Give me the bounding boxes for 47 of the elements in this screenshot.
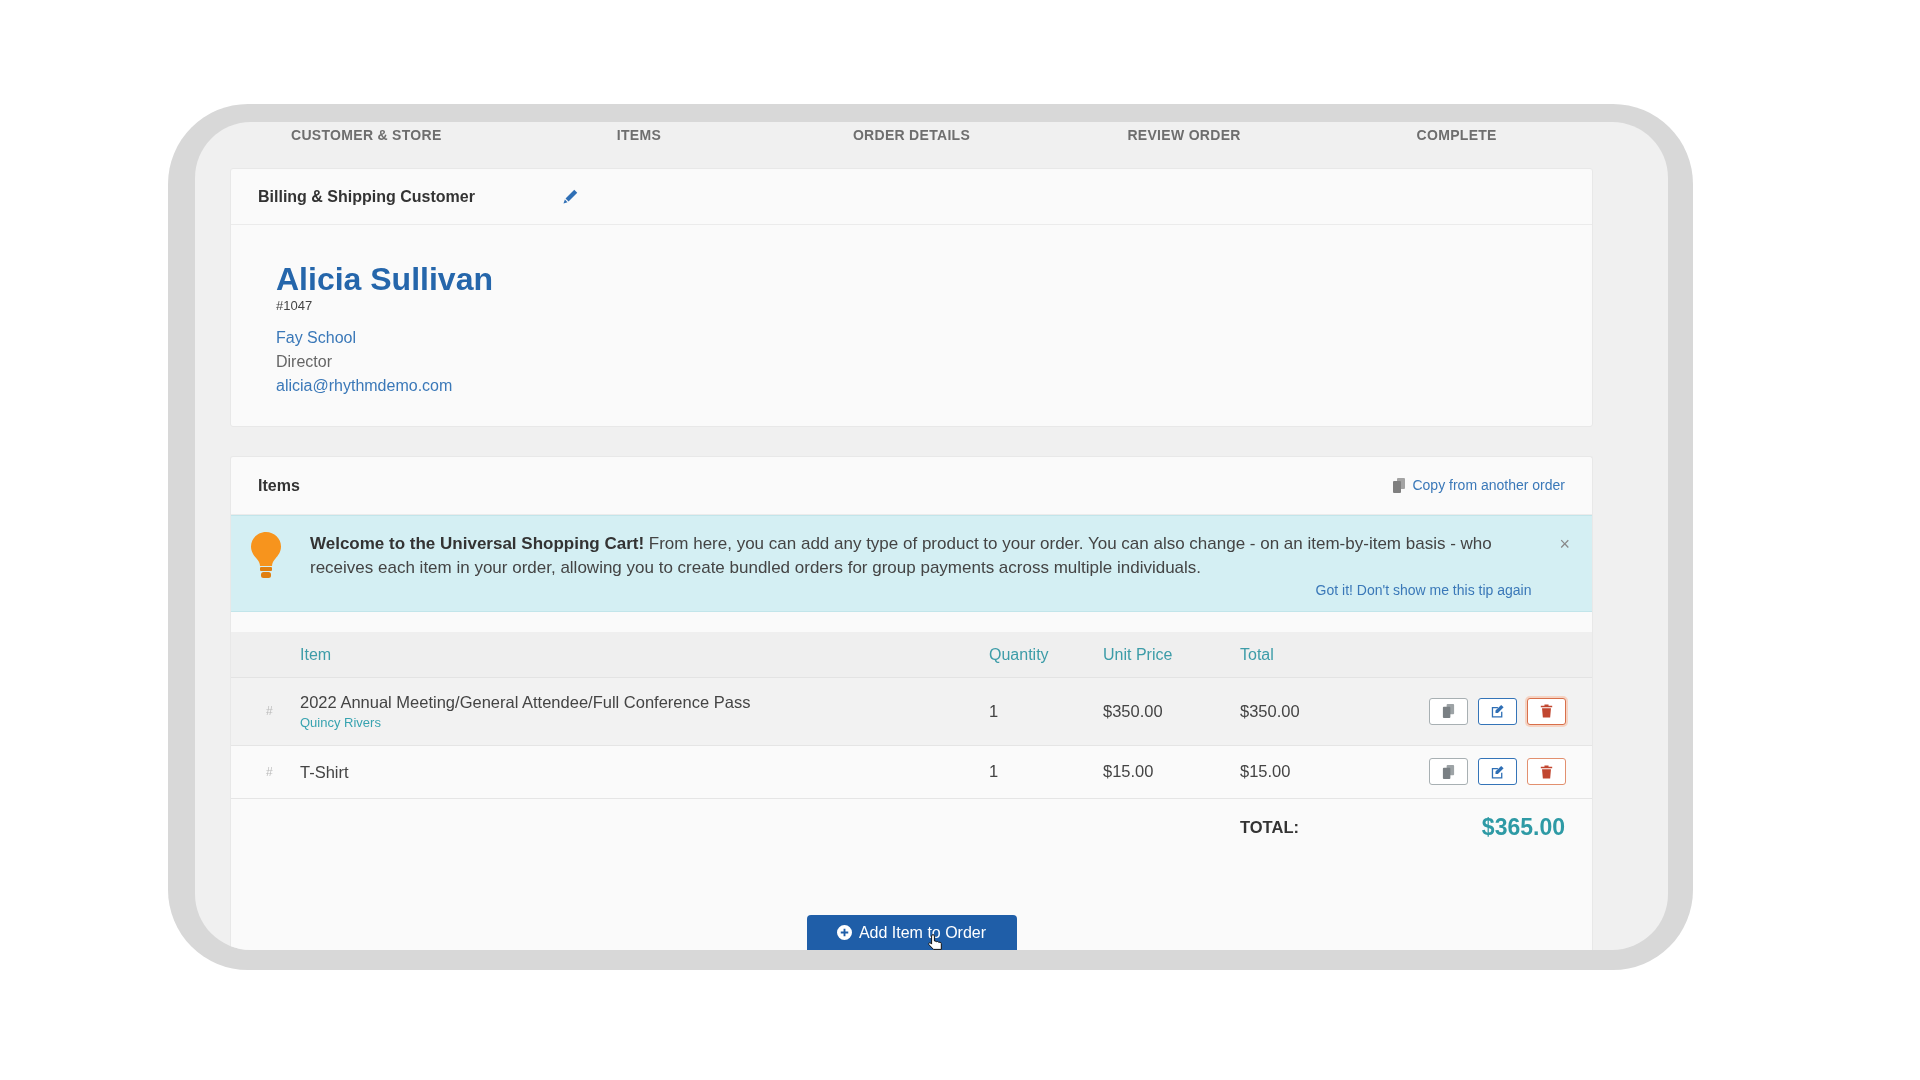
item-name: 2022 Annual Meeting/General Attendee/Full Conference Pass bbox=[300, 692, 751, 713]
copy-button[interactable] bbox=[1429, 758, 1468, 785]
quantity-value: 1 bbox=[989, 701, 999, 720]
column-header: Total bbox=[1240, 644, 1274, 665]
item-name: T-Shirt bbox=[300, 761, 349, 783]
total-amount: $365.00 bbox=[1481, 813, 1566, 841]
copy-button[interactable] bbox=[1429, 697, 1468, 725]
copy-icon bbox=[1393, 478, 1406, 493]
step-tab[interactable]: COMPLETE bbox=[1416, 127, 1497, 143]
step-tab[interactable]: ORDER DETAILS bbox=[852, 127, 971, 143]
step-tab[interactable]: ITEMS bbox=[616, 127, 662, 143]
add-item-button[interactable]: Add Item to Order bbox=[806, 915, 1017, 950]
unit-price-value: $350.00 bbox=[1103, 701, 1163, 720]
line-total-value: $350.00 bbox=[1240, 701, 1300, 720]
tip-message: Welcome to the Universal Shopping Cart! From here, you can add any type of product to your order. You can also change - on an item-by-item basis - who receives each item in your order, allowing you to create bundled orders for group payments across multiple individuals. bbox=[310, 533, 1493, 579]
delete-button[interactable] bbox=[1527, 758, 1566, 785]
quantity-value: 1 bbox=[989, 762, 999, 781]
step-tab[interactable]: REVIEW ORDER bbox=[1127, 127, 1241, 143]
trash-icon bbox=[1540, 764, 1553, 779]
copy-order-link[interactable]: Copy from another order bbox=[1393, 475, 1565, 496]
copy-icon bbox=[1442, 704, 1455, 718]
lightbulb-icon bbox=[251, 532, 281, 578]
dismiss-tip-link[interactable]: Got it! Don't show me this tip again bbox=[1315, 580, 1532, 600]
edit-button[interactable] bbox=[1478, 758, 1517, 785]
step-tab[interactable]: CUSTOMER & STORE bbox=[291, 127, 442, 143]
column-header: Quantity bbox=[989, 644, 1049, 665]
line-total-value: $15.00 bbox=[1240, 762, 1291, 781]
customer-number: #1047 bbox=[276, 297, 313, 315]
pencil-icon[interactable] bbox=[562, 189, 578, 204]
delete-button[interactable] bbox=[1527, 697, 1566, 725]
recipient-link[interactable]: Quincy Rivers bbox=[300, 714, 381, 732]
column-header: Item bbox=[300, 644, 332, 665]
edit-button[interactable] bbox=[1478, 697, 1517, 725]
customer-role: Director bbox=[276, 352, 332, 372]
card-title: Billing & Shipping Customer bbox=[258, 186, 475, 207]
total-label: TOTAL: bbox=[1240, 817, 1299, 838]
copy-icon bbox=[1442, 764, 1455, 779]
customer-name: Alicia Sullivan bbox=[276, 261, 493, 297]
trash-icon bbox=[1540, 704, 1553, 718]
column-header: Unit Price bbox=[1103, 644, 1173, 665]
unit-price-value: $15.00 bbox=[1103, 762, 1154, 781]
email-link[interactable]: alicia@rhythmdemo.com bbox=[276, 374, 453, 398]
organization-link[interactable]: Fay School bbox=[276, 326, 357, 350]
edit-icon bbox=[1491, 764, 1504, 779]
card-title: Items bbox=[258, 475, 300, 496]
close-button[interactable]: × bbox=[1559, 532, 1570, 556]
edit-icon bbox=[1491, 704, 1504, 718]
